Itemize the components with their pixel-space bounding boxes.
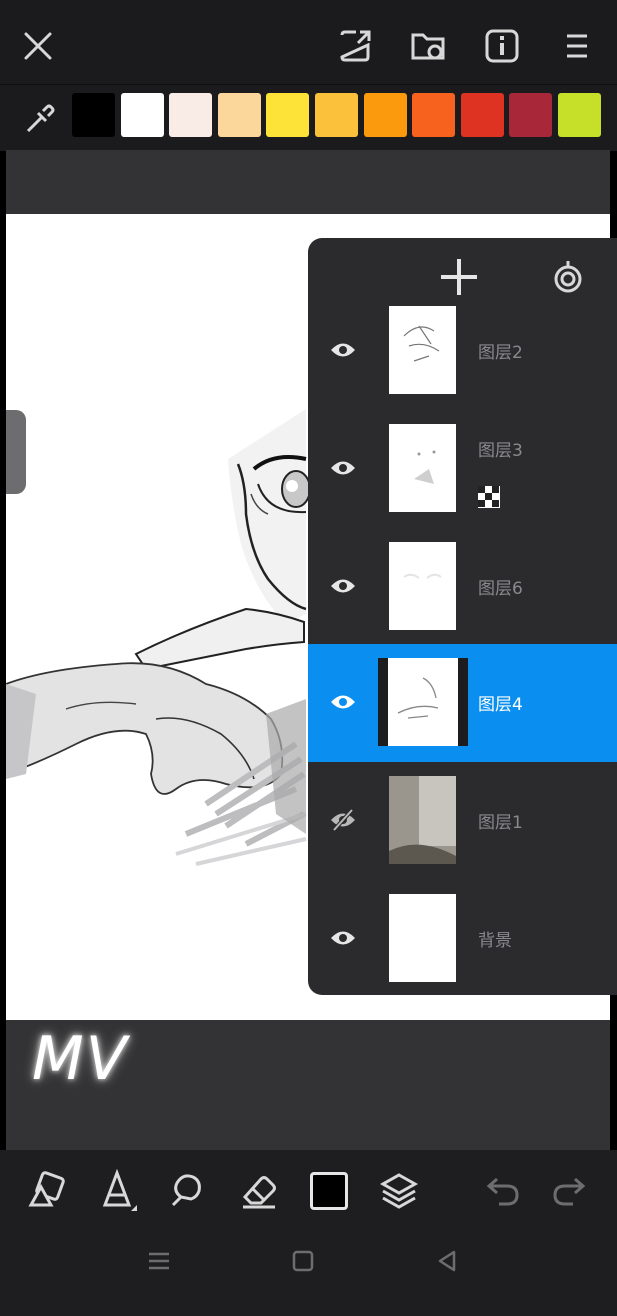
close-icon[interactable] (14, 22, 62, 70)
layer-name: 图层2 (478, 343, 523, 363)
color-swatch[interactable] (460, 93, 504, 137)
color-swatch[interactable] (266, 93, 310, 137)
pen-tool-icon[interactable] (92, 1164, 146, 1218)
layer-thumbnail (389, 424, 456, 512)
nav-home-icon[interactable] (290, 1248, 316, 1274)
eye-icon[interactable] (328, 338, 358, 362)
smudge-tool-icon[interactable] (160, 1164, 214, 1218)
eye-icon[interactable] (328, 926, 358, 950)
color-swatch[interactable] (509, 93, 553, 137)
layer-row-background[interactable]: 背景 (308, 880, 617, 998)
layer-name: 图层6 (478, 579, 523, 599)
shape-tool-icon[interactable] (20, 1164, 74, 1218)
eye-icon[interactable] (328, 456, 358, 480)
layer-row-4-selected[interactable]: 图层4 (308, 644, 617, 762)
layer-name: 背景 (478, 931, 512, 951)
info-icon[interactable] (478, 22, 526, 70)
eraser-icon[interactable] (232, 1164, 286, 1218)
redo-icon[interactable] (542, 1164, 596, 1218)
gallery-icon[interactable] (405, 22, 453, 70)
nav-back-icon[interactable] (434, 1248, 460, 1274)
layers-icon[interactable] (372, 1164, 426, 1218)
layer-thumbnail (389, 776, 456, 864)
layer-thumbnail (389, 894, 456, 982)
bottom-toolbar (0, 1150, 617, 1234)
layer-options-icon[interactable] (550, 258, 586, 294)
export-icon[interactable] (331, 22, 379, 70)
top-toolbar (0, 0, 617, 84)
layer-thumbnail (389, 542, 456, 630)
color-swatch[interactable] (315, 93, 358, 137)
layer-row-3[interactable]: 图层3 (308, 410, 617, 528)
layer-row-6[interactable]: 图层6 (308, 528, 617, 646)
layer-row-1[interactable]: 图层1 (308, 762, 617, 880)
nav-menu-icon[interactable] (146, 1248, 172, 1274)
color-swatch[interactable] (558, 93, 601, 137)
watermark-text: MV (32, 1024, 129, 1094)
color-swatch[interactable] (72, 93, 115, 137)
eyedropper-icon[interactable] (20, 99, 60, 139)
layer-name: 图层4 (478, 695, 523, 715)
color-swatch[interactable] (363, 93, 407, 137)
color-swatch[interactable] (169, 93, 213, 137)
layers-panel: 图层2 图层3 图层6 图层4 图层1 背景 (308, 238, 617, 995)
layer-row-2[interactable]: 图层2 (308, 292, 617, 410)
canvas-margin-top (6, 150, 610, 214)
color-swatch[interactable] (217, 93, 261, 137)
menu-icon[interactable] (553, 22, 601, 70)
current-color-swatch[interactable] (302, 1164, 356, 1218)
color-swatch[interactable] (412, 93, 456, 137)
undo-icon[interactable] (476, 1164, 530, 1218)
color-palette (0, 84, 617, 151)
eye-icon[interactable] (328, 574, 358, 598)
eye-hidden-icon[interactable] (328, 808, 358, 832)
eye-icon[interactable] (328, 690, 358, 714)
layer-name: 图层1 (478, 813, 523, 833)
layer-name: 图层3 (478, 441, 523, 461)
side-slider-handle[interactable] (6, 410, 26, 494)
alpha-lock-icon[interactable] (478, 486, 500, 508)
color-swatch[interactable] (120, 93, 164, 137)
layer-thumbnail (389, 306, 456, 394)
system-nav-bar (0, 1234, 617, 1316)
layer-thumbnail (378, 658, 468, 746)
